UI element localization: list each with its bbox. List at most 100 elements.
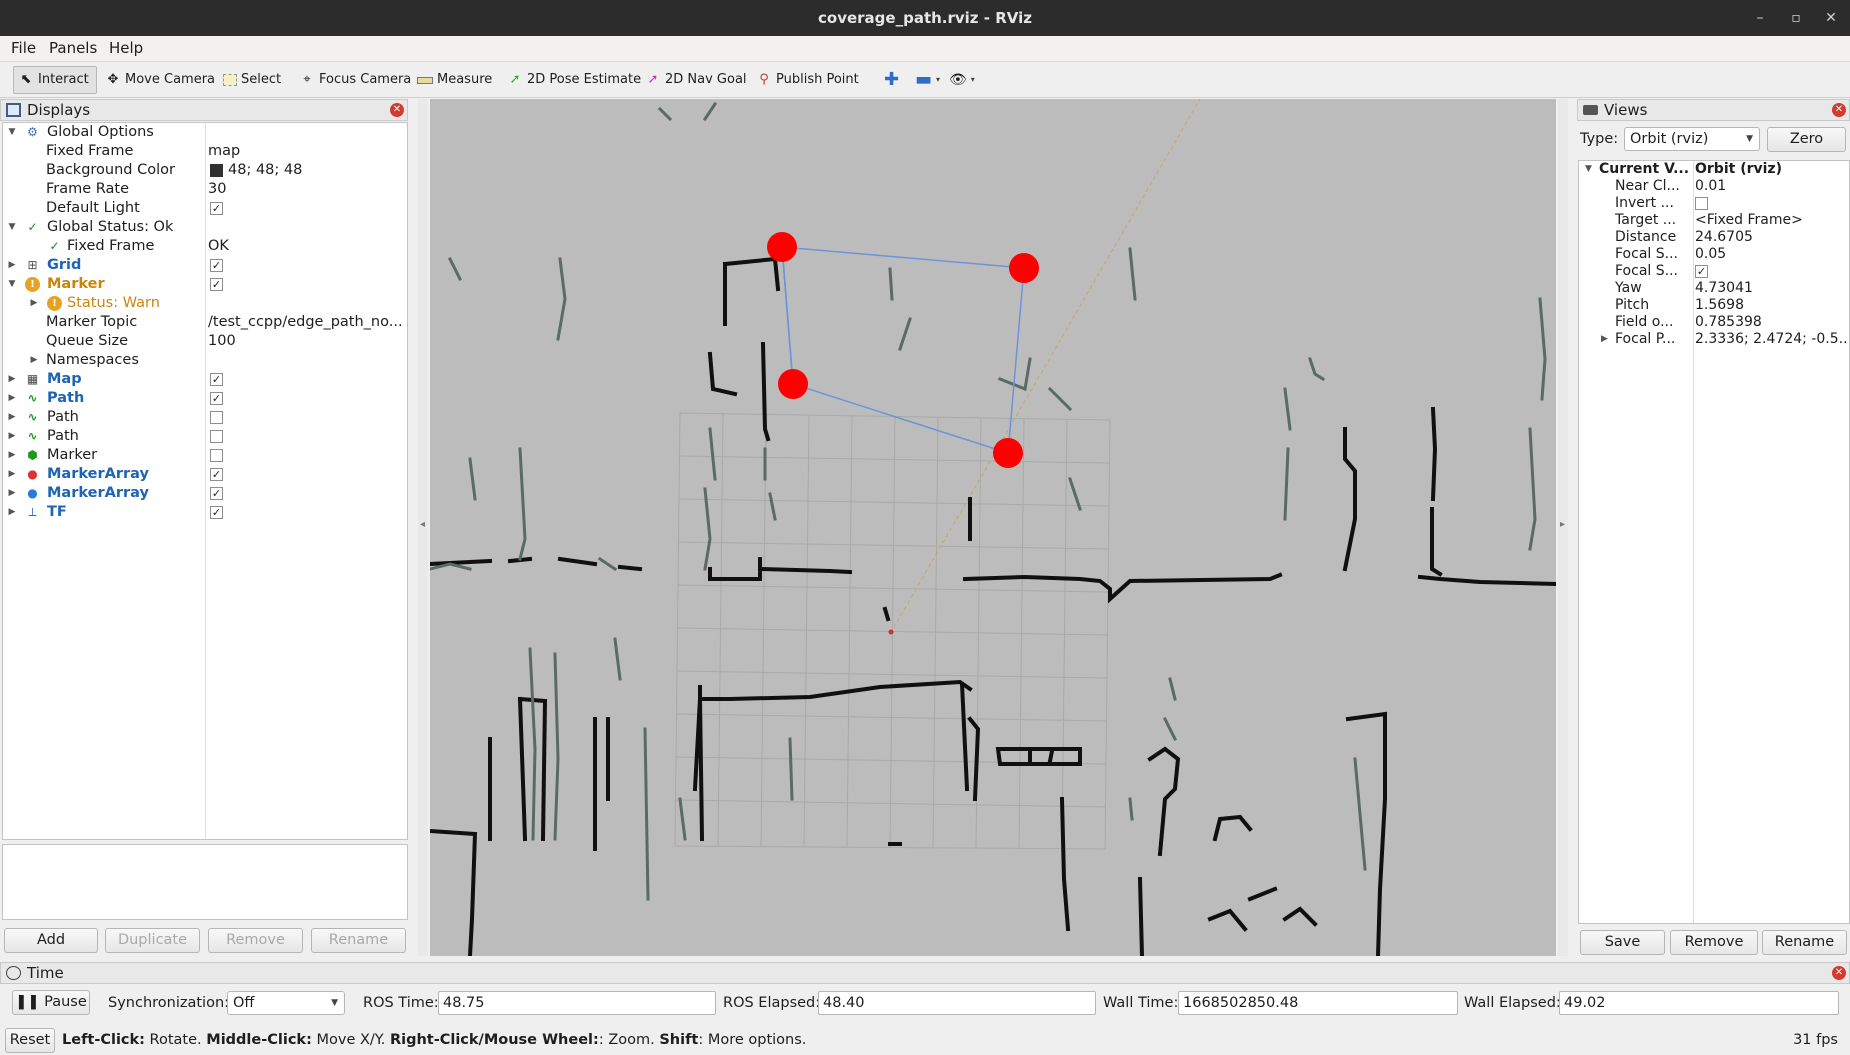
wall-time-label: Wall Time: <box>1103 995 1179 1011</box>
tree-row-path-2[interactable]: ▶ ∿ Path <box>3 408 407 427</box>
tree-row-tf[interactable]: ▶ ⟂ TF ✓ <box>3 503 407 522</box>
view-row-target[interactable]: Target ... <Fixed Frame> <box>1579 212 1849 229</box>
pause-button[interactable]: ❚❚ Pause <box>12 990 90 1015</box>
tree-row-path-3[interactable]: ▶ ∿ Path <box>3 427 407 446</box>
tree-row-path-1[interactable]: ▶ ∿ Path ✓ <box>3 389 407 408</box>
rename-view-button[interactable]: Rename <box>1762 930 1847 955</box>
tree-row-markerarray-1[interactable]: ▶ ● MarkerArray ✓ <box>3 465 407 484</box>
views-panel-title: Views ✕ <box>1577 99 1850 121</box>
add-display-button[interactable]: Add <box>4 928 98 953</box>
duplicate-display-button[interactable]: Duplicate <box>105 928 200 953</box>
menu-file[interactable]: File <box>11 39 36 57</box>
wall-elapsed-field[interactable]: 49.02 <box>1559 991 1839 1015</box>
save-view-button[interactable]: Save <box>1580 930 1665 955</box>
view-type-combo[interactable]: Orbit (rviz) ▼ <box>1624 127 1760 151</box>
tree-row-status-warn[interactable]: ▶ ! Status: Warn <box>3 294 407 313</box>
close-panel-icon[interactable]: ✕ <box>1832 103 1846 117</box>
green-arrow-icon: ➚ <box>509 72 521 87</box>
tree-row-marker-topic[interactable]: Marker Topic /test_ccpp/edge_path_no... <box>3 313 407 332</box>
close-panel-icon[interactable]: ✕ <box>1832 966 1846 980</box>
views-tree: ▼ Current V... Orbit (rviz) Near Cl... 0… <box>1578 160 1850 924</box>
ros-time-field[interactable]: 48.75 <box>438 991 716 1015</box>
default-light-checkbox[interactable]: ✓ <box>210 202 223 215</box>
pause-icon: ❚❚ <box>15 994 40 1010</box>
view-row-yaw[interactable]: Yaw 4.73041 <box>1579 280 1849 297</box>
fixed-frame-value[interactable]: map <box>208 142 240 161</box>
tree-row-map[interactable]: ▶ ▦ Map ✓ <box>3 370 407 389</box>
move-camera-tool-button[interactable]: ✥ Move Camera <box>101 66 219 94</box>
markerarray-1-checkbox[interactable]: ✓ <box>210 468 223 481</box>
tree-row-frame-rate[interactable]: Frame Rate 30 <box>3 180 407 199</box>
view-row-focal-shape-size[interactable]: Focal S... 0.05 <box>1579 246 1849 263</box>
remove-view-button[interactable]: Remove <box>1670 930 1758 955</box>
markerarray-2-checkbox[interactable]: ✓ <box>210 487 223 500</box>
select-box-icon <box>223 74 237 86</box>
move-icon: ✥ <box>107 72 119 87</box>
interact-tool-button[interactable]: ⬉ Interact <box>13 66 97 94</box>
path-1-checkbox[interactable]: ✓ <box>210 392 223 405</box>
wall-time-field[interactable]: 1668502850.48 <box>1178 991 1458 1015</box>
path-2-checkbox[interactable] <box>210 411 223 424</box>
view-row-current-view[interactable]: ▼ Current V... Orbit (rviz) <box>1579 161 1849 178</box>
path-3-checkbox[interactable] <box>210 430 223 443</box>
view-row-focal-shape-fixed[interactable]: Focal S... ✓ <box>1579 263 1849 280</box>
tree-row-markerarray-2[interactable]: ▶ ● MarkerArray ✓ <box>3 484 407 503</box>
menu-panels[interactable]: Panels <box>49 39 97 57</box>
zero-view-button[interactable]: Zero <box>1767 127 1846 152</box>
rename-display-button[interactable]: Rename <box>311 928 406 953</box>
remove-display-button[interactable]: Remove <box>208 928 303 953</box>
add-tool-button[interactable]: ✚ <box>880 66 903 94</box>
view-row-focal-point[interactable]: ▶ Focal P... 2.3336; 2.4724; -0.5... <box>1579 331 1849 348</box>
focus-camera-tool-button[interactable]: ⌖ Focus Camera <box>295 66 415 94</box>
ros-elapsed-field[interactable]: 48.40 <box>818 991 1096 1015</box>
tree-row-marker-warn[interactable]: ▼ ! Marker ✓ <box>3 275 407 294</box>
window-title-bar: coverage_path.rviz - RViz – ▫ ✕ <box>0 0 1850 36</box>
close-window-button[interactable]: ✕ <box>1812 0 1850 36</box>
grid-icon: ⊞ <box>27 258 38 272</box>
select-tool-button[interactable]: Select <box>219 66 285 94</box>
tree-row-fixed-frame[interactable]: Fixed Frame map <box>3 142 407 161</box>
tree-row-namespaces[interactable]: ▶ Namespaces <box>3 351 407 370</box>
maximize-button[interactable]: ▫ <box>1777 0 1815 36</box>
tree-row-default-light[interactable]: Default Light ✓ <box>3 199 407 218</box>
2d-nav-goal-tool-button[interactable]: ➚ 2D Nav Goal <box>641 66 751 94</box>
view-row-invert[interactable]: Invert ... <box>1579 195 1849 212</box>
view-options-button[interactable]: 👁 ▾ <box>945 66 979 94</box>
view-row-distance[interactable]: Distance 24.6705 <box>1579 229 1849 246</box>
2d-pose-estimate-label: 2D Pose Estimate <box>527 72 642 87</box>
view-row-near-clip[interactable]: Near Cl... 0.01 <box>1579 178 1849 195</box>
render-viewport[interactable] <box>430 99 1556 956</box>
remove-tool-button[interactable]: ▬ ▾ <box>911 66 944 94</box>
view-row-field-of-view[interactable]: Field o... 0.785398 <box>1579 314 1849 331</box>
warning-icon: ! <box>47 296 62 311</box>
tree-row-queue-size[interactable]: Queue Size 100 <box>3 332 407 351</box>
map-checkbox[interactable]: ✓ <box>210 373 223 386</box>
tree-row-status-fixed-frame[interactable]: ✓ Fixed Frame OK <box>3 237 407 256</box>
minimize-button[interactable]: – <box>1741 0 1779 36</box>
close-panel-icon[interactable]: ✕ <box>390 103 404 117</box>
sync-combo[interactable]: Off ▼ <box>227 991 345 1015</box>
tf-checkbox[interactable]: ✓ <box>210 506 223 519</box>
grid-checkbox[interactable]: ✓ <box>210 259 223 272</box>
tree-row-marker[interactable]: ▶ ⬢ Marker <box>3 446 407 465</box>
publish-point-tool-button[interactable]: ⚲ Publish Point <box>752 66 863 94</box>
tree-row-global-status[interactable]: ▼ ✓ Global Status: Ok <box>3 218 407 237</box>
view-row-pitch[interactable]: Pitch 1.5698 <box>1579 297 1849 314</box>
marker-checkbox[interactable]: ✓ <box>210 278 223 291</box>
invert-checkbox[interactable] <box>1695 197 1708 210</box>
interact-label: Interact <box>38 72 89 87</box>
menu-help[interactable]: Help <box>109 39 143 57</box>
right-splitter[interactable]: ▸ <box>1558 99 1568 956</box>
left-splitter[interactable]: ◂ <box>418 99 428 956</box>
tree-row-grid[interactable]: ▶ ⊞ Grid ✓ <box>3 256 407 275</box>
status-bar: Reset Left-Click: Rotate. Middle-Click: … <box>0 1026 1850 1055</box>
views-title-label: Views <box>1604 101 1648 119</box>
focal-shape-checkbox[interactable]: ✓ <box>1695 265 1708 278</box>
tree-row-global-options[interactable]: ▼ ⚙ Global Options <box>3 123 407 142</box>
tree-row-background-color[interactable]: Background Color 48; 48; 48 <box>3 161 407 180</box>
measure-tool-button[interactable]: Measure <box>413 66 496 94</box>
2d-pose-estimate-tool-button[interactable]: ➚ 2D Pose Estimate <box>503 66 645 94</box>
reset-button[interactable]: Reset <box>5 1028 55 1053</box>
wall-elapsed-label: Wall Elapsed: <box>1464 995 1561 1011</box>
marker-2-checkbox[interactable] <box>210 449 223 462</box>
